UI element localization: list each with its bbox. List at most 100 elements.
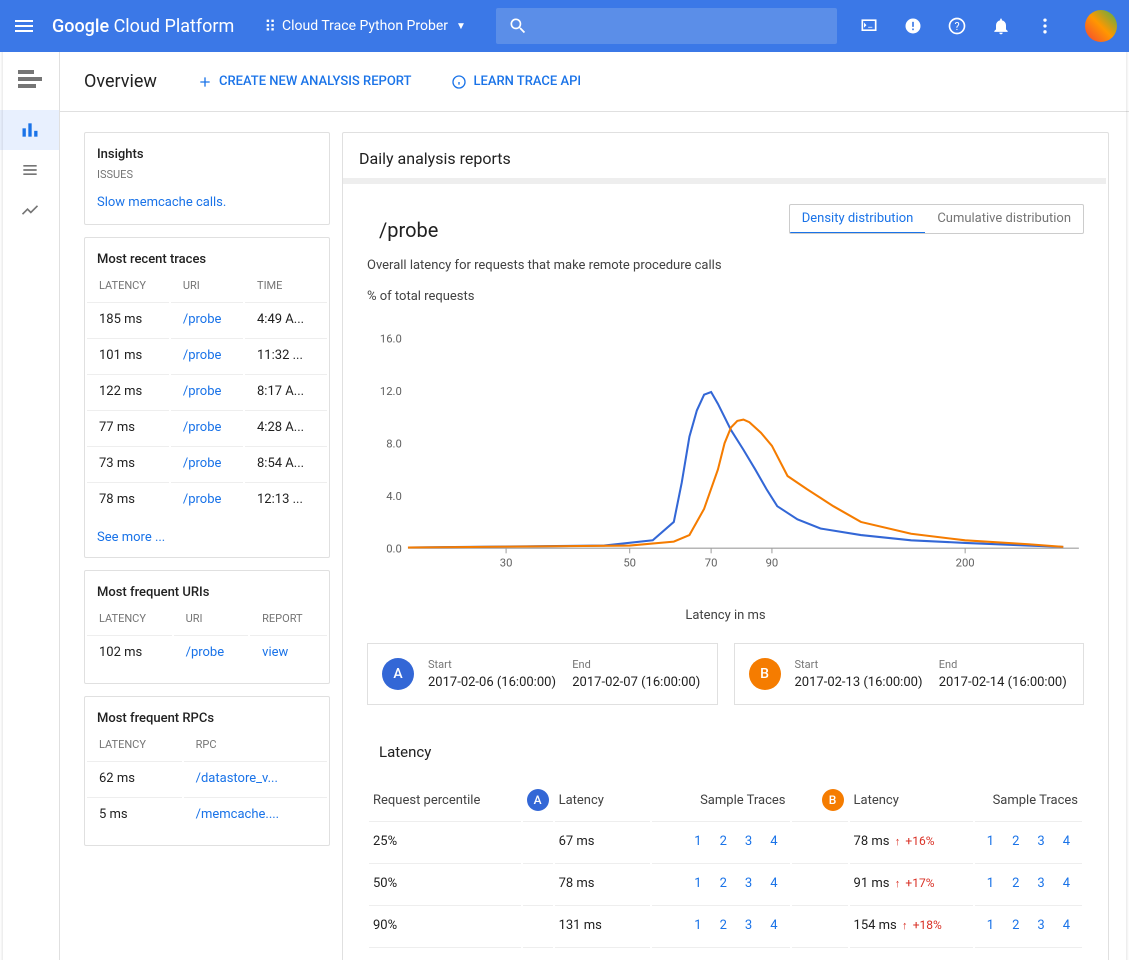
sample-link[interactable]: 3 (1029, 873, 1052, 894)
learn-api-button[interactable]: LEARN TRACE API (451, 74, 581, 90)
create-report-button[interactable]: CREATE NEW ANALYSIS REPORT (197, 74, 412, 90)
uri-link[interactable]: /probe (186, 645, 225, 660)
recent-title: Most recent traces (85, 238, 329, 273)
chart-svg: 0.04.08.012.016.030507090200 (367, 316, 1084, 596)
avatar[interactable] (1085, 10, 1117, 42)
cell-percentile: 50% (369, 863, 521, 903)
sample-link[interactable]: 4 (1055, 831, 1078, 852)
menu-icon[interactable] (12, 14, 36, 38)
more-vert-icon[interactable] (1033, 14, 1057, 38)
sample-link[interactable]: 2 (712, 915, 735, 936)
sidebar-trace-list[interactable] (0, 150, 59, 190)
brand-logo[interactable]: Google Cloud Platform (52, 16, 234, 37)
badge-a: A (382, 658, 414, 690)
sample-link[interactable]: 4 (1055, 873, 1078, 894)
cell-time: 12:13 ... (245, 482, 327, 516)
sample-link[interactable]: 4 (762, 873, 785, 894)
insights-title: Insights (85, 133, 329, 168)
sample-link[interactable]: 1 (686, 873, 709, 894)
sample-link[interactable]: 3 (737, 873, 760, 894)
cell-latency: 101 ms (87, 338, 169, 372)
svg-text:0.0: 0.0 (386, 542, 402, 555)
trace-link[interactable]: /probe (183, 420, 222, 435)
insights-card: Insights ISSUES Slow memcache calls. (84, 132, 330, 225)
search-input[interactable] (496, 8, 837, 44)
th-uri: URI (171, 275, 243, 300)
help-icon[interactable]: ? (945, 14, 969, 38)
sample-link[interactable]: 2 (1004, 873, 1027, 894)
sample-link[interactable]: 1 (686, 831, 709, 852)
freq-rpc-card: Most frequent RPCs LATENCYRPC 62 ms/data… (84, 696, 330, 846)
cell-latency: 185 ms (87, 302, 169, 336)
sample-link[interactable]: 4 (762, 915, 785, 936)
sample-link[interactable]: 1 (686, 915, 709, 936)
sample-link[interactable]: 1 (979, 915, 1002, 936)
report-desc: Overall latency for requests that make r… (367, 258, 722, 273)
cell-percentile: 90% (369, 905, 521, 945)
sidebar-overview[interactable] (0, 110, 59, 150)
project-selector[interactable]: ⠿ Cloud Trace Python Prober ▼ (254, 11, 476, 42)
notifications-icon[interactable] (989, 14, 1013, 38)
sample-link[interactable]: 2 (712, 831, 735, 852)
sample-link[interactable]: 2 (1004, 831, 1027, 852)
svg-text:12.0: 12.0 (380, 385, 402, 398)
edge-shadow-left (0, 52, 3, 960)
trace-product-icon[interactable] (18, 70, 42, 90)
sample-link[interactable]: 1 (979, 831, 1002, 852)
table-row: 101 ms/probe11:32 ... (87, 338, 327, 372)
cell-latency-b: 189 ms ↑ +13% (850, 947, 973, 960)
trace-link[interactable]: /probe (183, 312, 222, 327)
tab-density[interactable]: Density distribution (790, 205, 926, 234)
trace-link[interactable]: /probe (183, 348, 222, 363)
learn-api-label: LEARN TRACE API (473, 74, 581, 89)
badge-a-icon: A (527, 789, 549, 811)
th-uri: URI (174, 608, 249, 633)
svg-text:50: 50 (623, 557, 636, 570)
tab-cumulative[interactable]: Cumulative distribution (925, 205, 1083, 233)
project-dots-icon: ⠿ (264, 17, 276, 36)
view-report-link[interactable]: view (262, 645, 288, 660)
report-heading: Daily analysis reports (343, 149, 1108, 178)
th-samples-a: Sample Traces (652, 781, 789, 819)
range-b: B Start2017-02-13 (16:00:00) End2017-02-… (734, 643, 1085, 705)
sample-link[interactable]: 4 (1055, 915, 1078, 936)
th-latency-b: Latency (850, 781, 973, 819)
rpc-link[interactable]: /datastore_v... (196, 771, 278, 786)
sample-link[interactable]: 2 (712, 873, 735, 894)
sample-link[interactable]: 3 (737, 915, 760, 936)
sample-link[interactable]: 2 (1004, 915, 1027, 936)
sample-link[interactable]: 3 (1029, 831, 1052, 852)
trace-link[interactable]: /probe (183, 456, 222, 471)
cell-percentile: 25% (369, 821, 521, 861)
density-chart: % of total requests 0.04.08.012.016.0305… (343, 289, 1108, 643)
report-route: /probe (367, 204, 722, 248)
freq-uri-title: Most frequent URIs (85, 571, 329, 606)
rpc-link[interactable]: /memcache.... (196, 807, 280, 822)
see-more-link[interactable]: See more ... (85, 518, 329, 557)
cell-time: 8:17 A... (245, 374, 327, 408)
table-row: 73 ms/probe8:54 A... (87, 446, 327, 480)
scrollbar-horizontal[interactable] (343, 178, 1106, 184)
sidebar-analysis[interactable] (0, 190, 59, 230)
insight-link[interactable]: Slow memcache calls. (85, 189, 329, 224)
sample-link[interactable]: 4 (762, 831, 785, 852)
sample-link[interactable]: 3 (737, 831, 760, 852)
table-row: 77 ms/probe4:28 A... (87, 410, 327, 444)
svg-text:16.0: 16.0 (380, 332, 402, 345)
project-name: Cloud Trace Python Prober (282, 18, 448, 34)
cell-latency-a: 78 ms (555, 863, 651, 903)
trace-link[interactable]: /probe (183, 492, 222, 507)
table-row: 5 ms/memcache.... (87, 797, 327, 831)
product-sidebar (0, 52, 60, 960)
chart-ylabel: % of total requests (367, 289, 1084, 304)
trace-link[interactable]: /probe (183, 384, 222, 399)
cell-latency: 102 ms (87, 635, 172, 669)
cell-latency-a: 168 ms (555, 947, 651, 960)
error-icon[interactable] (901, 14, 925, 38)
cloud-shell-icon[interactable] (857, 14, 881, 38)
th-latency: LATENCY (87, 275, 169, 300)
sample-link[interactable]: 3 (1029, 915, 1052, 936)
sample-link[interactable]: 1 (979, 873, 1002, 894)
th-report: REPORT (250, 608, 327, 633)
svg-text:?: ? (954, 20, 959, 33)
